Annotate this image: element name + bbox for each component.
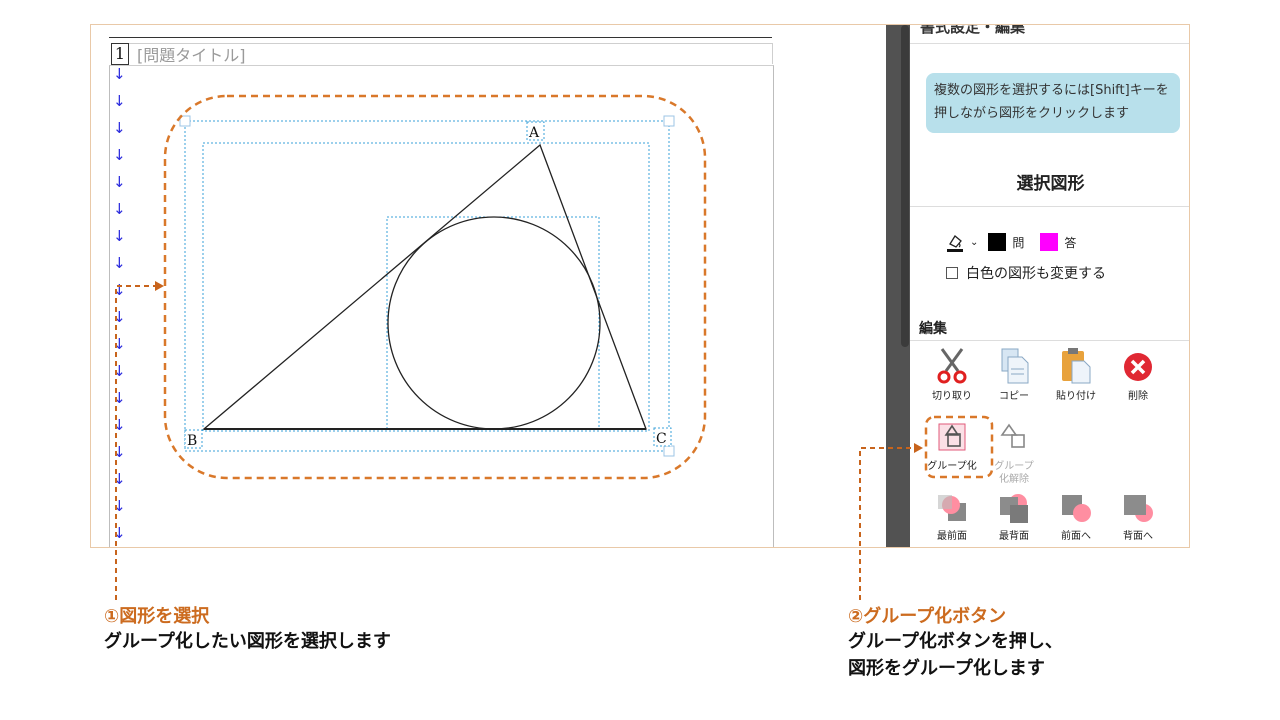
cut-button[interactable]: 切り取り xyxy=(922,347,982,403)
cut-label: 切り取り xyxy=(932,391,972,402)
send-backward-button[interactable]: 背面へ xyxy=(1108,491,1168,543)
send-to-back-icon xyxy=(1000,494,1028,523)
bring-to-front-label: 最前面 xyxy=(937,531,967,542)
selection-handle xyxy=(663,445,675,457)
send-to-back-button[interactable]: 最背面 xyxy=(984,491,1044,543)
answer-color-swatch[interactable] xyxy=(1040,233,1059,251)
question-color-swatch[interactable] xyxy=(988,233,1007,251)
vertex-c-label: C xyxy=(656,431,667,447)
panel-header-title: 書式設定・編集 xyxy=(920,24,1026,36)
bring-forward-label: 前面へ xyxy=(1061,531,1091,542)
bring-to-front-button[interactable]: 最前面 xyxy=(922,491,982,543)
group-selection-box xyxy=(184,120,670,452)
delete-icon xyxy=(1124,353,1152,381)
paste-label: 貼り付け xyxy=(1056,391,1096,402)
scrollbar-thumb[interactable] xyxy=(901,25,909,347)
white-shapes-checkbox-label: 白色の図形も変更する xyxy=(966,266,1106,282)
copy-icon xyxy=(1001,348,1029,384)
document-area[interactable]: 1 [問題タイトル] ↓ ↓ ↓ ↓ ↓ ↓ ↓ ↓ ↓ ↓ ↓ ↓ ↓ ↓ ↓ ↓ ↓ ↓ A B C xyxy=(91,25,886,548)
paint-bucket-icon[interactable] xyxy=(944,232,968,252)
clipboard-icon xyxy=(1062,348,1091,384)
bring-forward-button[interactable]: 前面へ xyxy=(1046,491,1106,543)
vertex-a-label: A xyxy=(528,125,540,141)
edit-section-title: 編集 xyxy=(919,321,947,337)
copy-label: コピー xyxy=(999,391,1029,402)
step1-title: ①図形を選択 xyxy=(104,606,210,627)
paste-button[interactable]: 貼り付け xyxy=(1046,347,1106,403)
selected-shapes-title: 選択図形 xyxy=(1016,174,1085,194)
question-color-label: 問 xyxy=(1012,235,1025,250)
divider xyxy=(910,340,1189,341)
step2-description-line2: 図形をグループ化します xyxy=(848,658,1045,679)
answer-color-label: 答 xyxy=(1064,235,1077,250)
send-to-back-label: 最背面 xyxy=(999,531,1029,542)
inscribed-circle xyxy=(387,216,601,430)
bring-to-front-icon xyxy=(938,495,966,521)
screenshot-frame: 1 [問題タイトル] ↓ ↓ ↓ ↓ ↓ ↓ ↓ ↓ ↓ ↓ ↓ ↓ ↓ ↓ ↓ ↓ ↓ ↓ A B C xyxy=(90,24,1190,548)
delete-button[interactable]: 削除 xyxy=(1108,347,1168,403)
group-button[interactable]: グループ化 xyxy=(922,421,982,473)
panel-header[interactable]: 書式設定・編集 ⌃ xyxy=(910,24,1189,44)
white-shapes-checkbox[interactable] xyxy=(946,267,958,279)
ungroup-icon xyxy=(1000,423,1025,448)
scissors-icon xyxy=(937,348,967,384)
bring-forward-icon xyxy=(1062,495,1091,522)
format-edit-panel: 書式設定・編集 ⌃ 複数の図形を選択するには[Shift]キーを押しながら図形を… xyxy=(910,24,1189,547)
divider xyxy=(910,206,1189,207)
copy-button[interactable]: コピー xyxy=(984,347,1044,403)
ungroup-label: グループ化解除 xyxy=(994,461,1034,485)
selection-handle xyxy=(179,115,191,127)
group-label: グループ化 xyxy=(927,461,977,472)
shift-select-hint: 複数の図形を選択するには[Shift]キーを押しながら図形をクリックします xyxy=(926,73,1180,133)
chevron-up-icon[interactable]: ⌃ xyxy=(1168,25,1179,34)
send-backward-label: 背面へ xyxy=(1123,531,1153,542)
chevron-down-icon[interactable]: ⌄ xyxy=(970,237,978,248)
ungroup-button[interactable]: グループ化解除 xyxy=(984,421,1044,486)
white-shapes-checkbox-row[interactable]: 白色の図形も変更する xyxy=(946,263,1106,283)
fill-color-row: ⌄ 問 答 xyxy=(944,231,1076,253)
delete-label: 削除 xyxy=(1128,391,1148,402)
vertex-b-label: B xyxy=(187,433,197,449)
step1-description: グループ化したい図形を選択します xyxy=(104,631,391,652)
send-backward-icon xyxy=(1124,495,1153,522)
step2-description-line1: グループ化ボタンを押し、 xyxy=(848,631,1063,652)
selection-handle xyxy=(663,115,675,127)
triangle-selection-box xyxy=(202,142,650,432)
figure-canvas[interactable]: A B C xyxy=(91,25,886,548)
group-icon xyxy=(938,423,966,451)
step2-title: ②グループ化ボタン xyxy=(848,606,1007,627)
